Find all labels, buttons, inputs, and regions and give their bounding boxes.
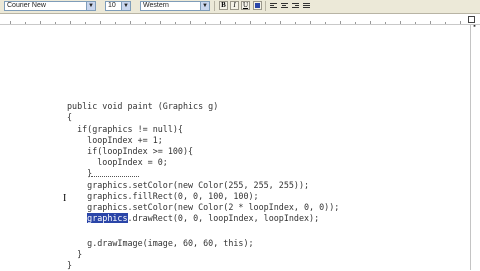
align-left-icon[interactable] [269,1,278,10]
font-size-value: 10 [108,2,116,9]
code-line[interactable]: } [67,168,92,179]
selected-text[interactable]: graphics [87,213,128,223]
color-button[interactable] [253,1,262,10]
text-cursor-icon: I [63,193,67,204]
script-select[interactable]: Western ▼ [140,1,210,11]
code-line[interactable]: if(loopIndex >= 100){ [67,146,193,157]
code-line[interactable]: loopIndex = 0; [67,157,168,168]
code-line[interactable]: { [67,112,72,123]
italic-button[interactable]: I [230,1,239,10]
drag-selection-outline [91,176,139,177]
font-name-select[interactable]: Courier New ▼ [4,1,96,11]
chevron-down-icon[interactable]: ▼ [121,2,130,10]
code-line[interactable]: public void paint (Graphics g) [67,101,218,112]
align-right-icon[interactable] [291,1,300,10]
bullets-icon[interactable] [302,1,311,10]
script-value: Western [143,2,169,9]
toolbar-separator [265,1,266,11]
chevron-down-icon[interactable]: ▼ [200,2,209,10]
chevron-down-icon[interactable]: ▼ [86,2,95,10]
toolbar-separator [214,1,215,11]
code-line[interactable]: graphics.fillRect(0, 0, 100, 100); [67,191,258,202]
code-rest: .drawRect(0, 0, loopIndex, loopIndex); [127,213,320,223]
palette-icon [255,3,260,8]
font-name-value: Courier New [7,2,46,9]
align-center-icon[interactable] [280,1,289,10]
right-margin-line [470,25,471,270]
code-line[interactable]: graphics.setColor(new Color(255, 255, 25… [67,180,309,191]
underline-button[interactable]: U [241,1,250,10]
code-line[interactable]: loopIndex += 1; [67,135,163,146]
bold-button[interactable]: B [219,1,228,10]
code-line[interactable]: if(graphics != null){ [67,124,183,135]
code-line[interactable]: graphics.setColor(new Color(2 * loopInde… [67,202,339,213]
code-line-selected[interactable]: graphics.drawRect(0, 0, loopIndex, loopI… [67,213,319,224]
ruler-margin-marker[interactable] [468,16,475,23]
font-size-select[interactable]: 10 ▼ [105,1,131,11]
ruler [0,14,480,25]
formatting-toolbar: Courier New ▼ 10 ▼ Western ▼ B I U [0,0,480,14]
code-line[interactable]: g.drawImage(image, 60, 60, this); [67,238,253,249]
code-line[interactable]: } [67,260,72,271]
code-line[interactable]: } [67,249,82,260]
scroll-marker-icon: ▪ [473,23,476,30]
